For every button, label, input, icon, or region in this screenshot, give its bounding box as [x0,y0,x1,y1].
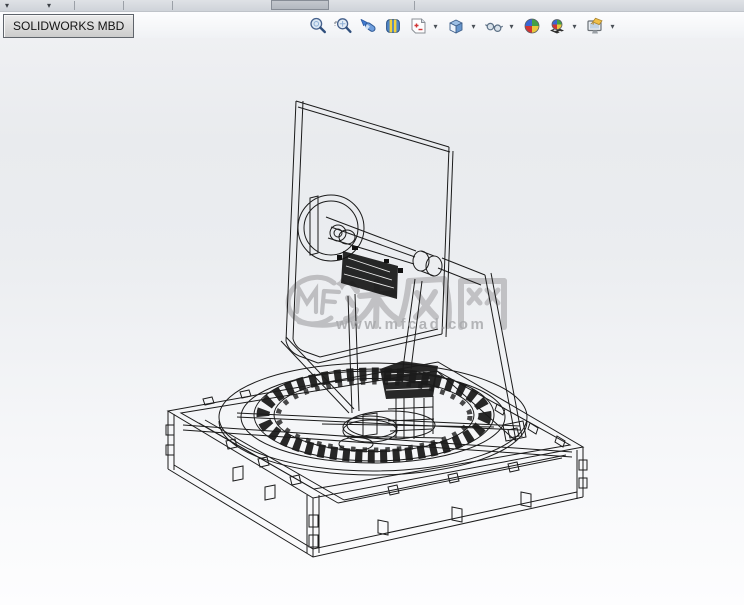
view-settings-button[interactable] [583,15,606,38]
pressed-toolbar-button[interactable] [271,0,329,10]
toolbar-separator [172,1,173,10]
annotation-views-dropdown[interactable]: ▾ [431,15,440,38]
heads-up-toolbar: ▾ ▾ ▾ ▾ ▾ [306,14,619,38]
overflow-caret-icon[interactable]: ▾ [2,1,12,10]
toolbar-overflow-strip: ▾ ▾ [0,0,744,12]
apply-scene-dropdown[interactable]: ▾ [570,15,579,38]
previous-view-button[interactable] [356,15,379,38]
annotated-sheet-icon [411,18,425,34]
toolbar-separator [123,1,124,10]
view-orientation-dropdown[interactable]: ▾ [469,15,478,38]
scene-sphere-icon [549,19,564,34]
magnifier-icon [309,17,326,34]
zoom-to-area-button[interactable] [331,15,354,38]
tab-solidworks-mbd[interactable]: SOLIDWORKS MBD [3,14,135,38]
view-orientation-button[interactable] [444,15,467,38]
watermark-url: www.mfcad.com [336,316,487,333]
toolbar-separator [414,1,415,10]
color-sphere-icon [524,18,539,34]
ring-gear [218,362,528,476]
zoom-to-fit-button[interactable] [306,15,329,38]
overflow-caret-icon[interactable]: ▾ [44,1,54,10]
annotation-views-button[interactable] [406,15,429,38]
tab-label: SOLIDWORKS MBD [13,19,125,33]
view-settings-dropdown[interactable]: ▾ [608,15,617,38]
viewport[interactable]: 沐风网 www.mfcad.com [0,38,744,605]
header-bar: SOLIDWORKS MBD ▾ ▾ ▾ ▾ ▾ [0,12,744,38]
section-view-button[interactable] [381,15,404,38]
monitor-pencil-icon [586,17,603,34]
hide-show-items-button[interactable] [482,15,505,38]
hide-show-items-dropdown[interactable]: ▾ [507,15,516,38]
glasses-icon [484,22,503,33]
cube-icon [449,19,462,34]
arrow-flashlight-icon [360,19,376,32]
edit-appearance-button[interactable] [520,15,543,38]
magnifier-area-icon [333,18,352,34]
apply-scene-button[interactable] [545,15,568,38]
toolbar-separator [74,1,75,10]
striped-block-icon [385,19,400,33]
